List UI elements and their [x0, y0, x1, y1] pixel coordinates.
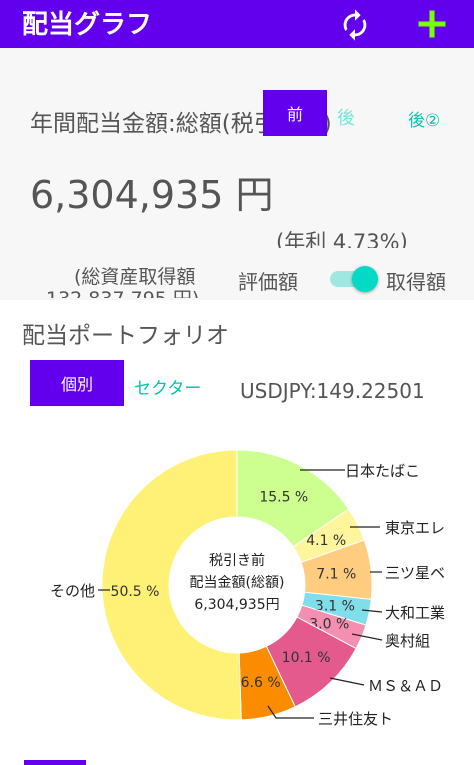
slice-name-label: その他 — [50, 582, 95, 600]
tab-after-tax-2[interactable]: 後② — [408, 106, 440, 131]
total-asset-label: (総資産取得額 — [74, 266, 196, 288]
slice-percent-label: 10.1 % — [282, 650, 331, 666]
slice-name-label: 東京エレ — [385, 519, 445, 537]
app-title: 配当グラフ — [22, 10, 153, 40]
valuation-label: 評価額 — [238, 270, 298, 294]
slice-percent-label: 15.5 % — [259, 490, 308, 506]
appbar-gap — [0, 48, 474, 64]
fx-rate: USDJPY:149.22501 — [240, 379, 425, 403]
dividend-donut-chart: 15.5 %日本たばこ4.1 %東京エレ7.1 % 三ツ星ベ3.1 % 大和工業3.… — [50, 449, 445, 728]
donut-center-text: 配当金額(総額) — [190, 575, 285, 591]
slice-name-label: 三井住友ト — [318, 710, 393, 728]
donut-center-text: 6,304,935円 — [194, 597, 279, 613]
add-icon[interactable] — [414, 6, 450, 42]
slice-percent-label: 4.1 % — [306, 533, 346, 549]
bottom-tab-indicator — [24, 760, 86, 765]
portfolio-title: 配当ポートフォリオ — [22, 323, 229, 349]
acquisition-cost-label: 取得額 — [386, 270, 446, 294]
slice-name-label: 日本たばこ — [345, 462, 420, 480]
slice-name-label: 三ツ星ベ — [385, 564, 445, 582]
slice-name-label: 奥村組 — [385, 632, 430, 650]
slice-percent-label: 7.1 % — [316, 566, 356, 582]
sector-tab[interactable]: セクター — [134, 374, 201, 399]
donut-center-text: 税引き前 — [209, 552, 265, 569]
slice-name-label: ＭＳ＆ＡＤ — [368, 677, 443, 695]
slice-percent-label: 50.5 % — [111, 584, 160, 600]
slice-name-label: 大和工業 — [385, 604, 445, 622]
tab-before-tax[interactable]: 前 — [263, 90, 327, 136]
slice-percent-label: 6.6 % — [241, 675, 281, 691]
refresh-icon[interactable] — [338, 8, 372, 42]
dividend-amount: 6,304,935 円 — [30, 173, 274, 217]
app-bar: 配当グラフ — [0, 0, 474, 48]
valuation-cost-toggle[interactable] — [330, 266, 382, 292]
toggle-thumb[interactable] — [352, 266, 378, 292]
total-asset-value: 132,837,795 円) — [46, 290, 199, 298]
annual-yield: (年利 4.73%) — [276, 230, 408, 248]
tab-after-faded[interactable]: 後 — [337, 104, 355, 130]
individual-tab[interactable]: 個別 — [30, 360, 124, 406]
leader-line — [329, 677, 365, 686]
